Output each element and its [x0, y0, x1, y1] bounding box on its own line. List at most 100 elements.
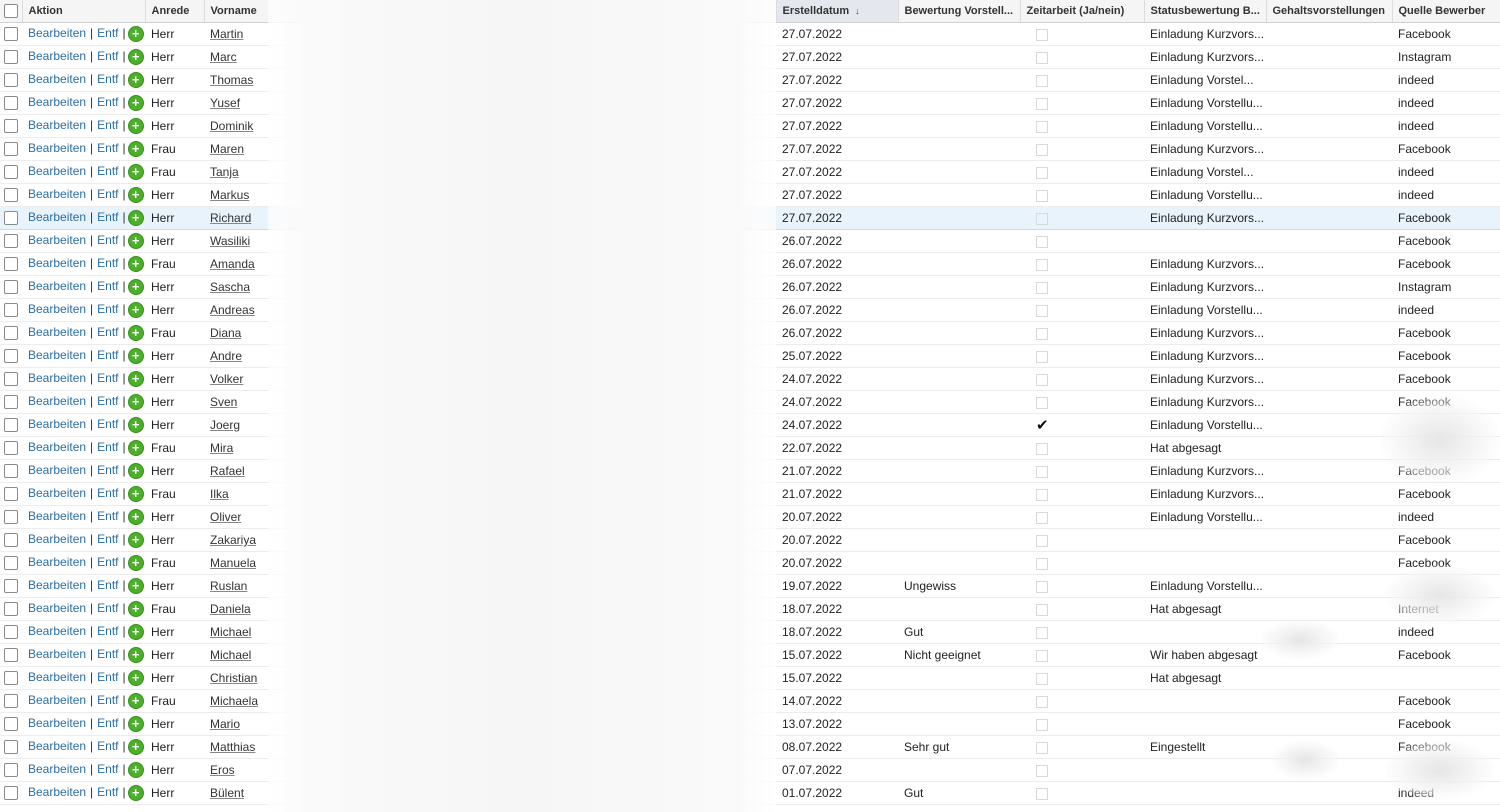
edit-link[interactable]: Bearbeiten	[28, 785, 86, 799]
add-plus-icon[interactable]: +	[127, 486, 144, 502]
vorname-link[interactable]: Zakariya	[210, 533, 256, 547]
row-checkbox-cell[interactable]	[0, 551, 22, 575]
row-checkbox[interactable]	[4, 73, 18, 88]
delete-link[interactable]: Entf	[97, 440, 118, 454]
edit-link[interactable]: Bearbeiten	[28, 716, 86, 730]
edit-link[interactable]: Bearbeiten	[28, 141, 86, 155]
edit-link[interactable]: Bearbeiten	[28, 302, 86, 316]
row-checkbox[interactable]	[4, 648, 18, 663]
column-header-status[interactable]: Statusbewertung B...	[1144, 0, 1267, 23]
delete-link[interactable]: Entf	[97, 716, 118, 730]
delete-link[interactable]: Entf	[97, 26, 118, 40]
add-plus-icon[interactable]: +	[127, 26, 144, 42]
row-checkbox[interactable]	[4, 763, 18, 778]
add-plus-icon[interactable]: +	[127, 624, 144, 640]
vorname-link[interactable]: Rafael	[210, 464, 245, 478]
vorname-link[interactable]: Markus	[210, 188, 249, 202]
delete-link[interactable]: Entf	[97, 670, 118, 684]
edit-link[interactable]: Bearbeiten	[28, 164, 86, 178]
add-plus-icon[interactable]: +	[127, 164, 144, 180]
edit-link[interactable]: Bearbeiten	[28, 463, 86, 477]
row-checkbox-cell[interactable]	[0, 275, 22, 299]
row-checkbox-cell[interactable]	[0, 735, 22, 759]
select-all-checkbox[interactable]	[4, 4, 18, 18]
add-plus-icon[interactable]: +	[127, 325, 144, 341]
row-checkbox-cell[interactable]	[0, 344, 22, 368]
add-plus-icon[interactable]: +	[127, 578, 144, 594]
vorname-link[interactable]: Volker	[210, 372, 243, 386]
row-checkbox[interactable]	[4, 625, 18, 640]
delete-link[interactable]: Entf	[97, 578, 118, 592]
delete-link[interactable]: Entf	[97, 49, 118, 63]
delete-link[interactable]: Entf	[97, 624, 118, 638]
row-checkbox[interactable]	[4, 418, 18, 433]
delete-link[interactable]: Entf	[97, 509, 118, 523]
add-plus-icon[interactable]: +	[127, 210, 144, 226]
delete-link[interactable]: Entf	[97, 118, 118, 132]
column-header-bewertung[interactable]: Bewertung Vorstell...	[898, 0, 1021, 23]
row-checkbox-cell[interactable]	[0, 505, 22, 529]
add-plus-icon[interactable]: +	[127, 256, 144, 272]
vorname-link[interactable]: Ilka	[210, 487, 229, 501]
delete-link[interactable]: Entf	[97, 72, 118, 86]
vorname-link[interactable]: Andreas	[210, 303, 255, 317]
edit-link[interactable]: Bearbeiten	[28, 762, 86, 776]
row-checkbox[interactable]	[4, 694, 18, 709]
edit-link[interactable]: Bearbeiten	[28, 509, 86, 523]
vorname-link[interactable]: Manuela	[210, 556, 256, 570]
vorname-link[interactable]: Sascha	[210, 280, 250, 294]
row-checkbox-cell[interactable]	[0, 528, 22, 552]
delete-link[interactable]: Entf	[97, 739, 118, 753]
delete-link[interactable]: Entf	[97, 532, 118, 546]
row-checkbox[interactable]	[4, 717, 18, 732]
column-header-erstelldatum[interactable]: Erstelldatum ↓	[776, 0, 899, 23]
vorname-link[interactable]: Joerg	[210, 418, 240, 432]
row-checkbox[interactable]	[4, 280, 18, 295]
vorname-link[interactable]: Amanda	[210, 257, 255, 271]
row-checkbox[interactable]	[4, 464, 18, 479]
delete-link[interactable]: Entf	[97, 693, 118, 707]
vorname-link[interactable]: Yusef	[210, 96, 240, 110]
column-header-gehalt[interactable]: Gehaltsvorstellungen	[1266, 0, 1393, 23]
row-checkbox[interactable]	[4, 786, 18, 801]
row-checkbox[interactable]	[4, 556, 18, 571]
vorname-link[interactable]: Bülent	[210, 786, 244, 800]
row-checkbox[interactable]	[4, 326, 18, 341]
row-checkbox-cell[interactable]	[0, 781, 22, 805]
vorname-link[interactable]: Sven	[210, 395, 237, 409]
column-header-aktion[interactable]: Aktion	[22, 0, 146, 23]
delete-link[interactable]: Entf	[97, 348, 118, 362]
add-plus-icon[interactable]: +	[127, 279, 144, 295]
row-checkbox-cell[interactable]	[0, 390, 22, 414]
add-plus-icon[interactable]: +	[127, 95, 144, 111]
edit-link[interactable]: Bearbeiten	[28, 601, 86, 615]
row-checkbox-cell[interactable]	[0, 160, 22, 184]
delete-link[interactable]: Entf	[97, 463, 118, 477]
vorname-link[interactable]: Ruslan	[210, 579, 247, 593]
row-checkbox-cell[interactable]	[0, 252, 22, 276]
add-plus-icon[interactable]: +	[127, 72, 144, 88]
row-checkbox-cell[interactable]	[0, 321, 22, 345]
row-checkbox[interactable]	[4, 533, 18, 548]
vorname-link[interactable]: Michaela	[210, 694, 258, 708]
row-checkbox-cell[interactable]	[0, 712, 22, 736]
row-checkbox-cell[interactable]	[0, 114, 22, 138]
row-checkbox-cell[interactable]	[0, 45, 22, 69]
add-plus-icon[interactable]: +	[127, 670, 144, 686]
edit-link[interactable]: Bearbeiten	[28, 233, 86, 247]
row-checkbox-cell[interactable]	[0, 137, 22, 161]
vorname-link[interactable]: Marc	[210, 50, 237, 64]
delete-link[interactable]: Entf	[97, 141, 118, 155]
row-checkbox-cell[interactable]	[0, 183, 22, 207]
delete-link[interactable]: Entf	[97, 233, 118, 247]
vorname-link[interactable]: Oliver	[210, 510, 241, 524]
delete-link[interactable]: Entf	[97, 601, 118, 615]
row-checkbox[interactable]	[4, 487, 18, 502]
add-plus-icon[interactable]: +	[127, 463, 144, 479]
add-plus-icon[interactable]: +	[127, 647, 144, 663]
edit-link[interactable]: Bearbeiten	[28, 256, 86, 270]
row-checkbox[interactable]	[4, 257, 18, 272]
edit-link[interactable]: Bearbeiten	[28, 187, 86, 201]
edit-link[interactable]: Bearbeiten	[28, 624, 86, 638]
row-checkbox[interactable]	[4, 303, 18, 318]
